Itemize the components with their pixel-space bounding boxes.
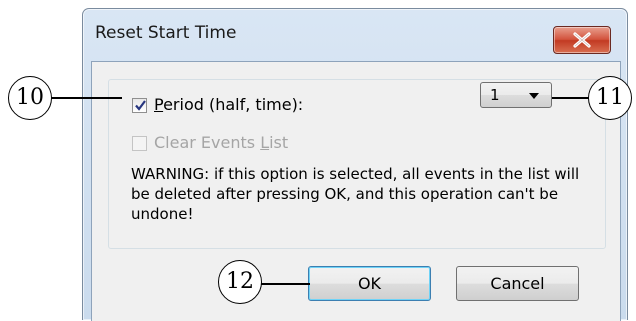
clear-events-label-post: ist <box>269 133 289 152</box>
callout-11: 11 <box>588 76 632 120</box>
clear-events-accel-key: L <box>260 133 270 152</box>
callout-12-leader <box>260 283 310 285</box>
close-button[interactable] <box>553 26 611 54</box>
close-x-icon <box>573 32 591 48</box>
period-label: Period (half, time): <box>154 95 303 114</box>
period-label-text: eriod (half, time): <box>163 95 304 114</box>
clear-events-checkbox[interactable] <box>132 136 147 151</box>
callout-10: 10 <box>8 76 52 120</box>
callout-12: 12 <box>218 260 262 304</box>
cancel-button[interactable]: Cancel <box>456 266 579 301</box>
clear-events-label: Clear Events List <box>154 133 288 152</box>
ok-button[interactable]: OK <box>308 266 431 301</box>
period-select[interactable]: 1 <box>480 82 552 108</box>
period-select-value: 1 <box>490 86 500 104</box>
period-checkbox[interactable] <box>132 98 147 113</box>
dropdown-arrow-icon <box>529 93 539 99</box>
warning-text: WARNING: if this option is selected, all… <box>131 165 580 223</box>
clear-events-label-pre: Clear Events <box>154 133 261 152</box>
callout-10-leader <box>50 97 122 99</box>
period-accel-key: P <box>154 95 164 114</box>
callout-11-leader <box>552 97 592 99</box>
checkmark-icon <box>135 100 146 111</box>
dialog-title: Reset Start Time <box>95 23 237 43</box>
